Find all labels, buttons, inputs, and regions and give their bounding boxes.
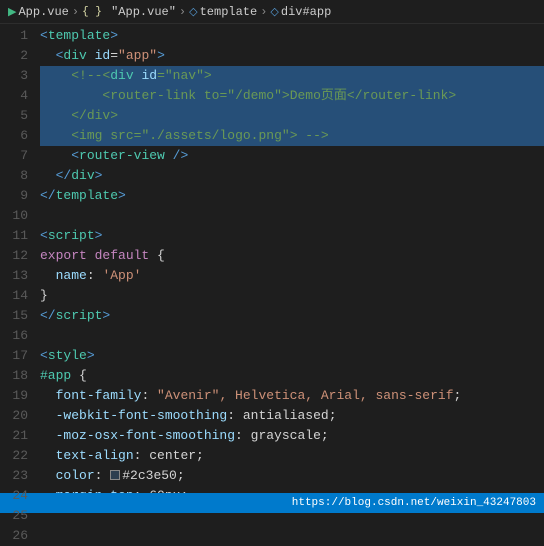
separator-1: › [72,5,79,19]
braces-icon: { } [82,6,102,18]
code-line-4: <router-link to="/demo">Demo页面</router-l… [40,86,544,106]
line-num-18: 18 [0,366,28,386]
color-swatch [110,470,120,480]
line-num-14: 14 [0,286,28,306]
code-line-14: } [40,286,544,306]
code-line-6: <img src="./assets/logo.png"> --> [40,126,544,146]
line-num-25: 25 [0,506,28,526]
code-line-22: text-align: center; [40,446,544,466]
line-num-12: 12 [0,246,28,266]
code-line-11: <script> [40,226,544,246]
code-line-16 [40,326,544,346]
code-line-3: <!--<div id="nav"> [40,66,544,86]
breadcrumb-item-appvue[interactable]: App.vue [18,5,68,19]
breadcrumb-label: App.vue [18,5,68,19]
breadcrumb-item-divapp[interactable]: div#app [281,5,331,19]
line-num-10: 10 [0,206,28,226]
status-bar: https://blog.csdn.net/weixin_43247803 [0,493,544,513]
code-line-15: </script> [40,306,544,326]
tag-1: < [40,26,48,46]
line-num-26: 26 [0,526,28,546]
code-line-8: </div> [40,166,544,186]
breadcrumb-item-appvue2[interactable]: "App.vue" [104,5,176,19]
line-num-3: 3 [0,66,28,86]
breadcrumb-label-4: div#app [281,5,331,19]
line-num-16: 16 [0,326,28,346]
separator-3: › [260,5,267,19]
code-area[interactable]: <template> <div id="app"> <!--<div id="n… [36,24,544,493]
code-line-17: <style> [40,346,544,366]
breadcrumb-label-3: template [200,5,258,19]
div-icon: ◇ [270,5,278,19]
code-line-7: <router-view /> [40,146,544,166]
breadcrumb: ▶ App.vue › { } "App.vue" › ◇ template ›… [0,0,544,24]
line-num-8: 8 [0,166,28,186]
code-line-21: -moz-osx-font-smoothing: grayscale; [40,426,544,446]
code-line-23: color: #2c3e50; [40,466,544,486]
code-line-1: <template> [40,26,544,46]
code-line-12: export default { [40,246,544,266]
line-num-9: 9 [0,186,28,206]
code-line-5: </div> [40,106,544,126]
code-line-20: -webkit-font-smoothing: antialiased; [40,406,544,426]
line-num-20: 20 [0,406,28,426]
code-line-10 [40,206,544,226]
line-num-4: 4 [0,86,28,106]
line-num-21: 21 [0,426,28,446]
line-num-23: 23 [0,466,28,486]
line-num-22: 22 [0,446,28,466]
line-num-6: 6 [0,126,28,146]
editor-body: 1 2 3 4 5 6 7 8 9 10 11 12 13 14 15 16 1… [0,24,544,493]
tagname-1: template [48,26,110,46]
code-line-9: </template> [40,186,544,206]
status-url: https://blog.csdn.net/weixin_43247803 [292,497,536,509]
line-num-24: 24 [0,486,28,506]
line-num-13: 13 [0,266,28,286]
code-line-18: #app { [40,366,544,386]
line-num-5: 5 [0,106,28,126]
line-num-7: 7 [0,146,28,166]
line-num-15: 15 [0,306,28,326]
line-num-19: 19 [0,386,28,406]
breadcrumb-label-2: "App.vue" [104,5,176,19]
line-num-2: 2 [0,46,28,66]
vue-triangle-icon: ▶ [8,5,16,19]
code-line-19: font-family: "Avenir", Helvetica, Arial,… [40,386,544,406]
line-num-17: 17 [0,346,28,366]
template-icon: ◇ [189,5,197,19]
line-num-1: 1 [0,26,28,46]
line-numbers: 1 2 3 4 5 6 7 8 9 10 11 12 13 14 15 16 1… [0,24,36,493]
separator-2: › [179,5,186,19]
breadcrumb-item-template[interactable]: template [200,5,258,19]
code-line-24: margin-top: 60px; [40,486,544,493]
code-line-13: name: 'App' [40,266,544,286]
line-num-11: 11 [0,226,28,246]
code-line-2: <div id="app"> [40,46,544,66]
